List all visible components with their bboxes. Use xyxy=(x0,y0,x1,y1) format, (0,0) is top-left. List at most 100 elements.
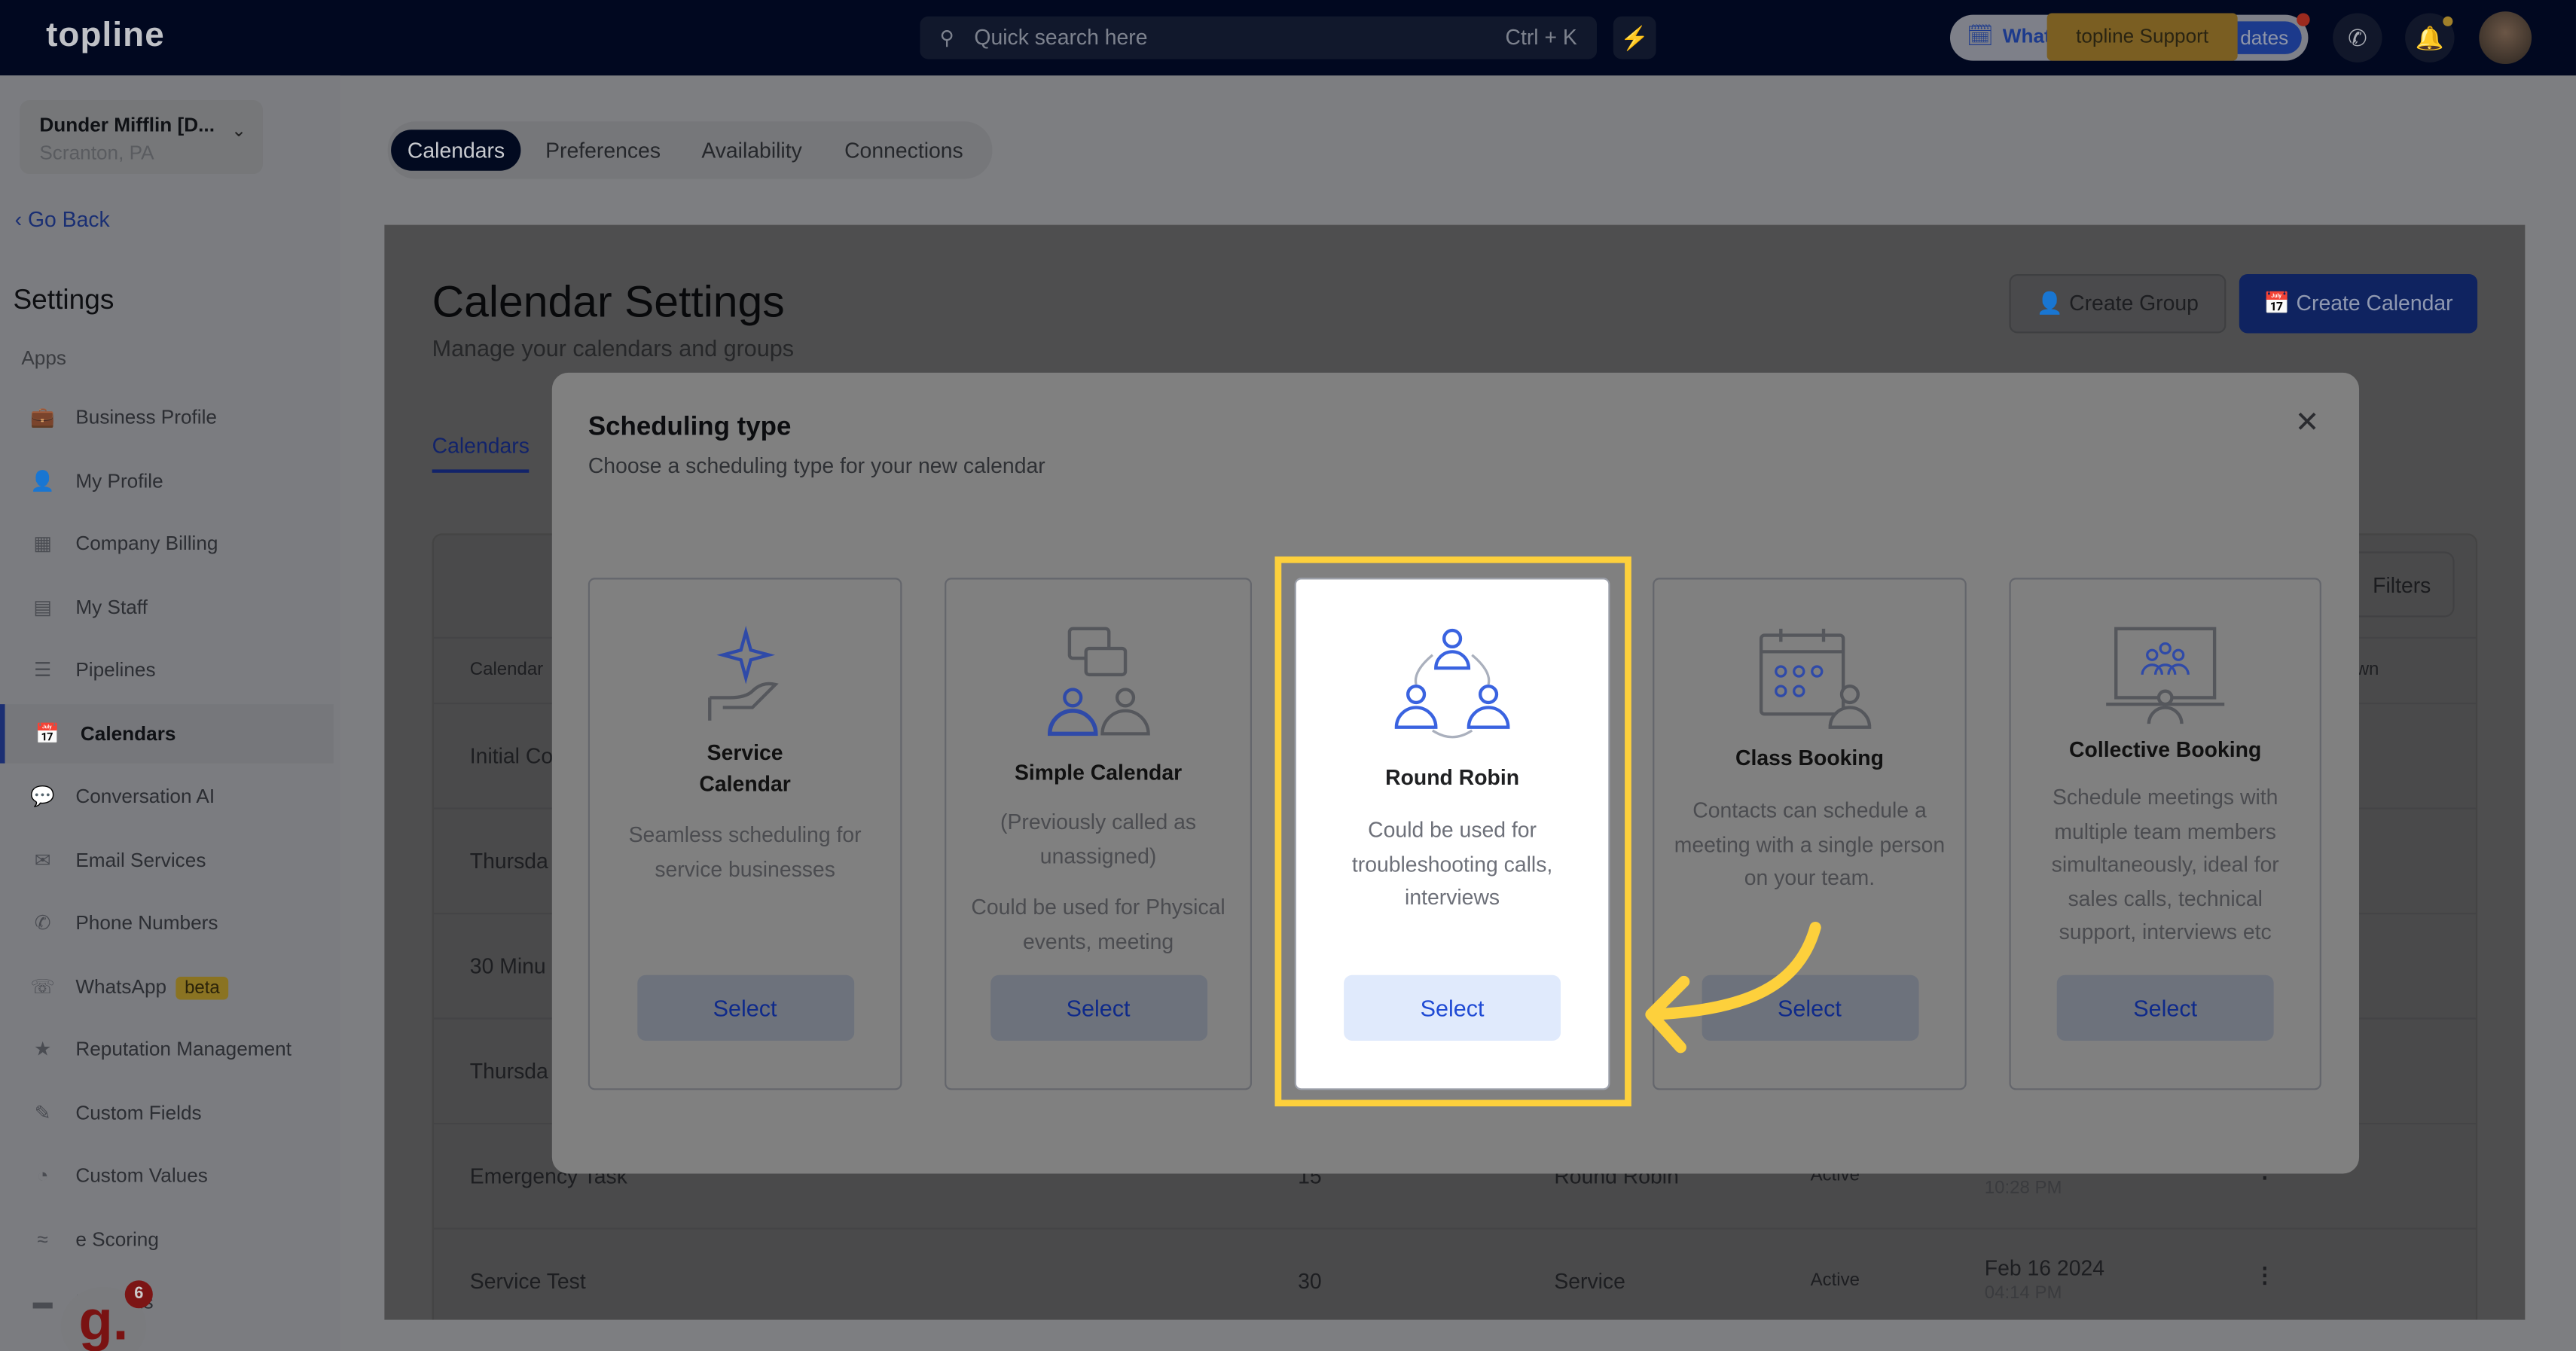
sidebar-item-custom-values[interactable]: ◔ Custom Values xyxy=(0,1146,334,1205)
pipeline-icon: ☰ xyxy=(33,658,52,682)
chat-icon: 💬 xyxy=(30,784,55,808)
calendar-icon: 📅 xyxy=(2263,290,2297,316)
create-calendar-button[interactable]: 📅 Create Calendar xyxy=(2239,274,2478,334)
chart-icon: ≈ xyxy=(37,1227,48,1250)
create-group-button[interactable]: 👤 Create Group xyxy=(2009,274,2227,334)
account-location: Scranton, PA xyxy=(39,141,154,164)
sidebar-item-calendars[interactable]: 📅 Calendars xyxy=(0,703,334,763)
card-title: Class Booking xyxy=(1735,745,1884,770)
calendar-megaphone-icon: 🗓 xyxy=(1966,23,1994,48)
calendar-name: 30 Minu xyxy=(469,953,546,979)
sidebar-item-e-scoring[interactable]: ≈ e Scoring xyxy=(0,1209,334,1267)
whatsapp-icon: ☏ xyxy=(30,974,56,998)
time: 04:14 PM xyxy=(1984,1283,2062,1304)
widget-logo: g. xyxy=(78,1290,129,1351)
sidebar-item-label: e Scoring xyxy=(75,1227,159,1250)
date: Feb 16 2024 xyxy=(1984,1255,2105,1281)
mail-icon: ✉ xyxy=(34,847,51,871)
select-button[interactable]: Select xyxy=(2056,974,2274,1041)
calendar-name: Service Test xyxy=(469,1268,586,1294)
select-button[interactable]: Select xyxy=(990,974,1207,1041)
modal-title: Scheduling type xyxy=(588,413,792,442)
calendar-name: Thursda xyxy=(469,848,548,874)
sidebar-item-email-services[interactable]: ✉ Email Services xyxy=(0,830,334,889)
duration: 30 xyxy=(1298,1268,1322,1294)
table-row[interactable]: Service Test 30 Service Active Feb 16 2024 04… xyxy=(433,1227,2476,1319)
search-input[interactable]: ⚲ Quick search here Ctrl + K xyxy=(920,16,1598,59)
edit-icon: ✎ xyxy=(34,1100,51,1124)
modal-subtitle: Choose a scheduling type for your new ca… xyxy=(588,453,1045,478)
card-title: Simple Calendar xyxy=(1014,760,1183,785)
account-switcher[interactable]: Dunder Mifflin [D... Scranton, PA ⌄ xyxy=(20,99,263,175)
sidebar-item-label: WhatsApp xyxy=(75,974,167,998)
calendar-type: Service xyxy=(1554,1268,1625,1294)
card-description: Could be used for Physical events, meeti… xyxy=(971,894,1225,953)
sidebar-item-my-profile[interactable]: 👤 My Profile xyxy=(0,450,334,509)
sidebar-item-domains[interactable]: ▬Domains xyxy=(0,1272,334,1331)
sidebar-item-reputation-management[interactable]: ★ Reputation Management xyxy=(0,1020,334,1078)
sidebar-item-label: Custom Fields xyxy=(75,1100,202,1124)
column-header: wn xyxy=(2355,660,2379,680)
user-plus-icon: 👤 xyxy=(2036,290,2070,316)
more-options-icon[interactable]: ⋮ xyxy=(2254,1262,2275,1288)
calculator-icon: ▦ xyxy=(33,532,53,555)
calendar-icon: 📅 xyxy=(35,721,60,745)
sidebar-item-label: Calendars xyxy=(80,721,176,745)
sidebar-item-conversation-ai[interactable]: 💬 Conversation AI xyxy=(0,767,334,825)
select-button[interactable]: Select xyxy=(636,974,854,1041)
highlight-box xyxy=(1274,556,1631,1107)
top-tabs: Calendars Preferences Availability Conne… xyxy=(387,121,993,179)
go-back-link[interactable]: ‹ Go Back xyxy=(15,207,110,232)
tab-calendars-sub[interactable]: Calendars xyxy=(432,433,530,473)
quick-action-bolt-icon[interactable]: ⚡ xyxy=(1613,16,1656,59)
sidebar: Dunder Mifflin [D... Scranton, PA ⌄ ‹ Go B… xyxy=(0,75,340,1351)
calendar-name: Initial Co xyxy=(469,743,554,769)
phone-icon[interactable]: ✆ xyxy=(2333,13,2382,63)
card-title: Collective Booking xyxy=(2069,736,2262,762)
sidebar-item-phone-numbers[interactable]: ✆ Phone Numbers xyxy=(0,893,334,952)
sidebar-item-label: Email Services xyxy=(75,847,206,871)
avatar[interactable] xyxy=(2479,11,2532,65)
support-tooltip: topline Support xyxy=(2046,13,2238,61)
chevron-left-icon: ‹ xyxy=(14,206,28,232)
logo[interactable]: topline xyxy=(46,17,165,56)
user-icon: 👤 xyxy=(30,468,55,492)
card-description: Contacts can schedule a meeting with a s… xyxy=(1674,797,1946,890)
card-title: Service Calendar xyxy=(699,740,791,797)
tab-connections[interactable]: Connections xyxy=(828,130,979,170)
sidebar-item-label: Phone Numbers xyxy=(75,910,218,935)
sidebar-title: Settings xyxy=(13,284,114,316)
sidebar-item-pipelines[interactable]: ☰ Pipelines xyxy=(0,640,334,699)
collective-booking-icon xyxy=(2011,626,2320,731)
search-icon: ⚲ xyxy=(939,26,954,50)
sidebar-item-company-billing[interactable]: ▦ Company Billing xyxy=(0,514,334,572)
chevron-down-icon: ⌄ xyxy=(231,121,247,142)
card-simple-calendar[interactable]: Simple Calendar (Previously called as una… xyxy=(945,578,1252,1090)
sidebar-item-whatsapp[interactable]: ☏ WhatsApp beta xyxy=(0,956,334,1015)
account-name: Dunder Mifflin [D... xyxy=(39,113,215,136)
create-calendar-label: Create Calendar xyxy=(2296,290,2453,316)
sidebar-item-label: Pipelines xyxy=(75,658,156,682)
tab-preferences[interactable]: Preferences xyxy=(529,130,677,170)
sidebar-item-my-staff[interactable]: ▤ My Staff xyxy=(0,577,334,636)
sidebar-item-label: Business Profile xyxy=(75,405,218,428)
calendar-name: Thursda xyxy=(469,1058,548,1084)
card-description: (Previously called as unassigned) xyxy=(1000,809,1197,868)
tab-availability[interactable]: Availability xyxy=(685,130,819,170)
page-subtitle: Manage your calendars and groups xyxy=(432,334,795,361)
staff-icon: ▤ xyxy=(33,595,53,618)
domain-icon: ▬ xyxy=(32,1290,53,1313)
sidebar-item-custom-fields[interactable]: ✎ Custom Fields xyxy=(0,1083,334,1142)
simple-calendar-icon xyxy=(946,626,1250,736)
card-collective-booking[interactable]: Collective Booking Schedule meetings with… xyxy=(2009,578,2321,1090)
card-description: Schedule meetings with multiple team mem… xyxy=(2051,784,2279,944)
sidebar-item-business-profile[interactable]: 💼 Business Profile xyxy=(0,387,334,446)
filters-button[interactable]: Filters xyxy=(2349,551,2455,618)
tab-calendars[interactable]: Calendars xyxy=(391,130,521,171)
sidebar-item-label: My Profile xyxy=(75,468,163,492)
card-service-calendar[interactable]: Service Calendar Seamless scheduling for … xyxy=(588,578,902,1090)
phone-icon: ✆ xyxy=(34,910,51,935)
create-group-label: Create Group xyxy=(2069,290,2199,316)
widget-badge: 6 xyxy=(124,1280,153,1309)
close-icon[interactable]: ✕ xyxy=(2295,405,2320,440)
